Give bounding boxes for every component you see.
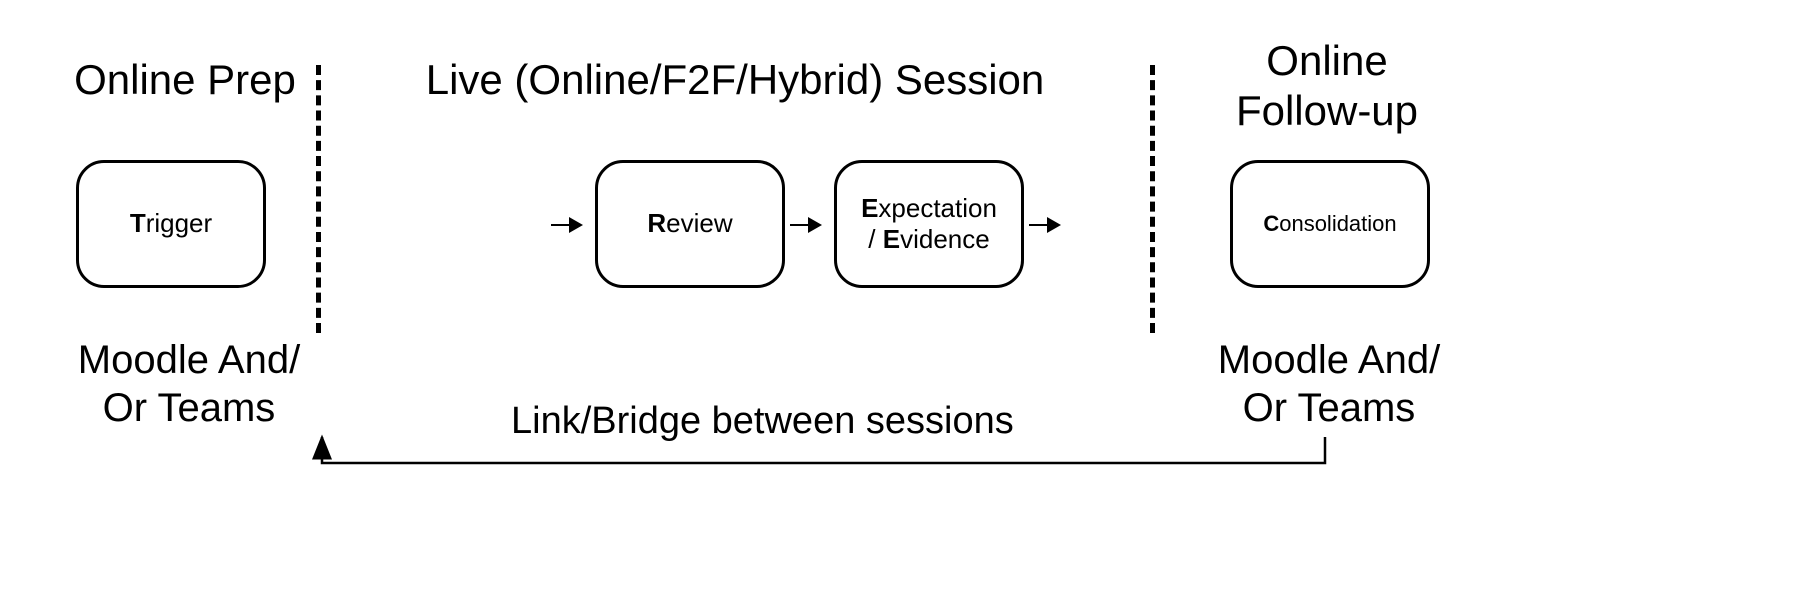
arrow-into-review	[551, 224, 581, 226]
link-bridge-label: Link/Bridge between sessions	[511, 400, 1014, 443]
divider-right	[1150, 65, 1155, 333]
trigger-label: Trigger	[130, 208, 212, 239]
consolidation-label: Consolidation	[1263, 211, 1396, 237]
arrow-review-to-expectation	[790, 224, 820, 226]
divider-left	[316, 65, 321, 333]
box-expectation-evidence: Expectation / Evidence	[834, 160, 1024, 288]
heading-live-session: Live (Online/F2F/Hybrid) Session	[385, 55, 1085, 105]
review-label: Review	[647, 208, 732, 239]
arrow-out-of-expectation	[1029, 224, 1059, 226]
heading-online-followup: Online Follow-up	[1212, 36, 1442, 137]
box-review: Review	[595, 160, 785, 288]
subheading-left-platform: Moodle And/ Or Teams	[60, 336, 318, 432]
heading-online-prep: Online Prep	[60, 55, 310, 105]
box-trigger: Trigger	[76, 160, 266, 288]
subheading-right-platform: Moodle And/ Or Teams	[1200, 336, 1458, 432]
box-consolidation: Consolidation	[1230, 160, 1430, 288]
expectation-label: Expectation / Evidence	[861, 193, 997, 255]
